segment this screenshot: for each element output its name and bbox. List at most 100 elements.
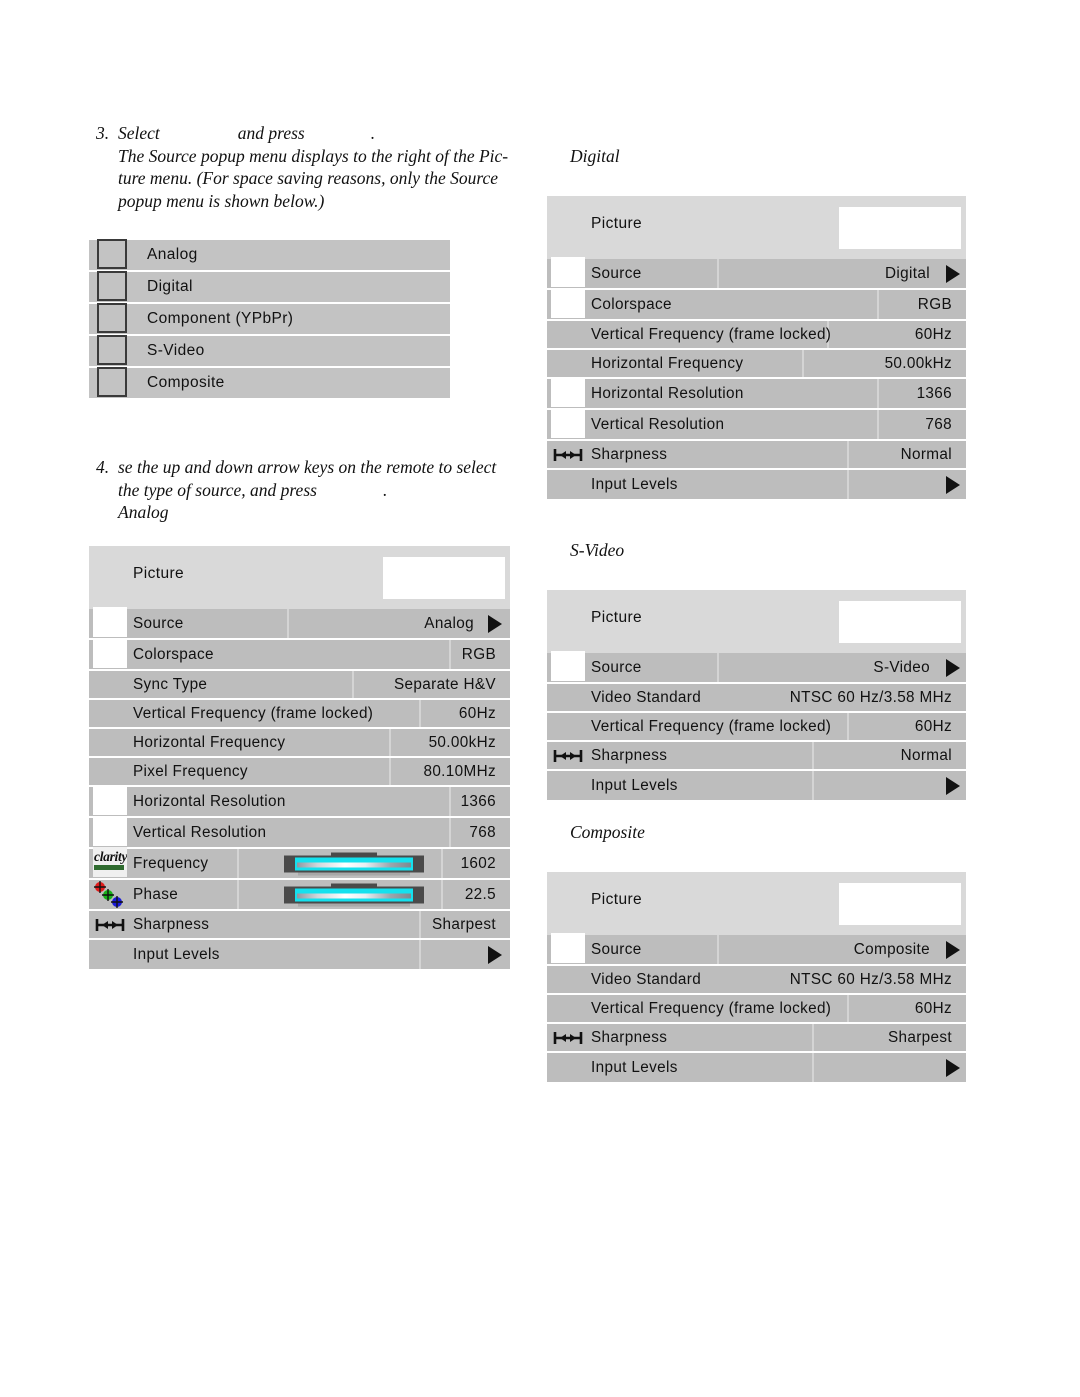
row-input-levels[interactable]: Input Levels bbox=[547, 1053, 966, 1082]
row-sharpness[interactable]: Sharpness Normal bbox=[547, 742, 966, 771]
white-box-icon bbox=[551, 377, 585, 407]
row-sharpness[interactable]: Sharpness Sharpest bbox=[89, 911, 510, 940]
row-value: RGB bbox=[461, 645, 496, 663]
row-label: Colorspace bbox=[133, 645, 214, 663]
row-colorspace[interactable]: Colorspace RGB bbox=[547, 288, 966, 321]
row-label: Source bbox=[591, 940, 642, 958]
row-vertical-resolution[interactable]: Vertical Resolution 768 bbox=[89, 816, 510, 849]
popup-item-component[interactable]: Component (YPbPr) bbox=[89, 303, 450, 336]
panel-header: Picture bbox=[547, 872, 966, 935]
row-source[interactable]: Source Digital bbox=[547, 257, 966, 290]
osd-panel-analog[interactable]: Picture Source Analog Colorspace RGB Syn… bbox=[89, 546, 510, 969]
row-value: 60Hz bbox=[914, 999, 952, 1017]
row-label: Sharpness bbox=[591, 746, 668, 764]
popup-item-digital[interactable]: Digital bbox=[89, 271, 450, 304]
column-separator bbox=[812, 1053, 814, 1082]
osd-panel-svideo[interactable]: Picture Source S-Video Video Standard NT… bbox=[547, 590, 966, 800]
chevron-right-icon[interactable] bbox=[946, 776, 960, 795]
row-pixel-frequency[interactable]: Pixel Frequency 80.10MHz bbox=[89, 758, 510, 787]
checkbox-icon[interactable] bbox=[97, 303, 127, 333]
source-popup-menu[interactable]: Analog Digital Component (YPbPr) S-Video… bbox=[89, 239, 450, 398]
row-label: Sharpness bbox=[133, 915, 210, 933]
step-3-lead-before: Select bbox=[118, 123, 160, 143]
column-separator bbox=[812, 1024, 814, 1051]
chevron-right-icon[interactable] bbox=[946, 1058, 960, 1077]
osd-panel-composite[interactable]: Picture Source Composite Video Standard … bbox=[547, 872, 966, 1082]
checkbox-icon[interactable] bbox=[97, 335, 127, 365]
caption-composite: Composite bbox=[570, 822, 645, 842]
row-sharpness[interactable]: Sharpness Normal bbox=[547, 441, 966, 470]
chevron-right-icon[interactable] bbox=[946, 475, 960, 494]
row-horizontal-frequency[interactable]: Horizontal Frequency 50.00kHz bbox=[89, 729, 510, 758]
chevron-right-icon[interactable] bbox=[946, 658, 960, 677]
chevron-right-icon[interactable] bbox=[946, 940, 960, 959]
row-frequency[interactable]: clarity Frequency 1602 bbox=[89, 847, 510, 880]
chevron-right-icon[interactable] bbox=[946, 264, 960, 283]
row-label: Pixel Frequency bbox=[133, 762, 248, 780]
column-separator bbox=[717, 653, 719, 682]
frequency-slider[interactable] bbox=[284, 852, 424, 875]
row-input-levels[interactable]: Input Levels bbox=[89, 940, 510, 969]
panel-header: Picture bbox=[547, 590, 966, 653]
row-horizontal-resolution[interactable]: Horizontal Resolution 1366 bbox=[89, 785, 510, 818]
column-separator bbox=[237, 880, 239, 909]
row-value: Sharpest bbox=[887, 1028, 952, 1046]
osd-panel-digital[interactable]: Picture Source Digital Colorspace RGB Ve… bbox=[547, 196, 966, 499]
sharpness-icon bbox=[551, 442, 585, 468]
row-value: RGB bbox=[917, 295, 952, 313]
checkbox-icon[interactable] bbox=[97, 239, 127, 269]
row-label: Horizontal Resolution bbox=[133, 792, 286, 810]
row-input-levels[interactable]: Input Levels bbox=[547, 470, 966, 499]
white-box-icon bbox=[93, 638, 127, 668]
row-source[interactable]: Source S-Video bbox=[547, 651, 966, 684]
row-label: Source bbox=[133, 614, 184, 632]
popup-item-label: Component (YPbPr) bbox=[147, 310, 294, 327]
row-label: Sharpness bbox=[591, 1028, 668, 1046]
row-vertical-frequency[interactable]: Vertical Frequency (frame locked) 60Hz bbox=[547, 713, 966, 742]
row-source[interactable]: Source Analog bbox=[89, 607, 510, 640]
row-label: Horizontal Frequency bbox=[591, 354, 744, 372]
popup-item-analog[interactable]: Analog bbox=[89, 239, 450, 272]
checkbox-icon[interactable] bbox=[97, 271, 127, 301]
white-box-icon bbox=[551, 288, 585, 318]
row-video-standard[interactable]: Video Standard NTSC 60 Hz/3.58 MHz bbox=[547, 684, 966, 713]
column-separator bbox=[717, 935, 719, 964]
row-sharpness[interactable]: Sharpness Sharpest bbox=[547, 1024, 966, 1053]
sharpness-icon bbox=[551, 743, 585, 769]
row-phase[interactable]: Phase 22.5 bbox=[89, 880, 510, 911]
row-value: Digital bbox=[885, 264, 930, 282]
checkbox-icon[interactable] bbox=[97, 367, 127, 397]
chevron-right-icon[interactable] bbox=[488, 945, 502, 964]
row-value: NTSC 60 Hz/3.58 MHz bbox=[789, 688, 952, 706]
popup-item-composite[interactable]: Composite bbox=[89, 367, 450, 398]
row-source[interactable]: Source Composite bbox=[547, 933, 966, 966]
row-vertical-frequency[interactable]: Vertical Frequency (frame locked) 60Hz bbox=[547, 321, 966, 350]
row-label: Colorspace bbox=[591, 295, 672, 313]
row-vertical-frequency[interactable]: Vertical Frequency (frame locked) 60Hz bbox=[547, 995, 966, 1024]
phase-slider[interactable] bbox=[284, 883, 424, 906]
row-horizontal-frequency[interactable]: Horizontal Frequency 50.00kHz bbox=[547, 350, 966, 379]
popup-item-svideo[interactable]: S-Video bbox=[89, 335, 450, 368]
row-value: Separate H&V bbox=[394, 675, 496, 693]
row-vertical-frequency[interactable]: Vertical Frequency (frame locked) 60Hz bbox=[89, 700, 510, 729]
row-horizontal-resolution[interactable]: Horizontal Resolution 1366 bbox=[547, 377, 966, 410]
rgb-dots-icon bbox=[91, 879, 129, 909]
row-sync-type[interactable]: Sync Type Separate H&V bbox=[89, 671, 510, 700]
row-vertical-resolution[interactable]: Vertical Resolution 768 bbox=[547, 408, 966, 441]
step-3-line-2: ture menu. (For space saving reasons, on… bbox=[118, 168, 499, 189]
row-input-levels[interactable]: Input Levels bbox=[547, 771, 966, 800]
row-video-standard[interactable]: Video Standard NTSC 60 Hz/3.58 MHz bbox=[547, 966, 966, 995]
panel-rows: Source Analog Colorspace RGB Sync Type S… bbox=[89, 607, 510, 969]
clarity-logo-icon: clarity bbox=[93, 847, 127, 877]
white-box-icon bbox=[551, 933, 585, 963]
column-separator bbox=[449, 787, 451, 816]
panel-title: Picture bbox=[591, 215, 643, 232]
column-separator bbox=[441, 849, 443, 878]
row-colorspace[interactable]: Colorspace RGB bbox=[89, 638, 510, 671]
chevron-right-icon[interactable] bbox=[488, 614, 502, 633]
row-value: 60Hz bbox=[458, 704, 496, 722]
step-3-line-1: The Source popup menu displays to the ri… bbox=[118, 145, 509, 166]
column-separator bbox=[449, 640, 451, 669]
white-box-icon bbox=[93, 785, 127, 815]
popup-item-label: Digital bbox=[147, 278, 193, 295]
